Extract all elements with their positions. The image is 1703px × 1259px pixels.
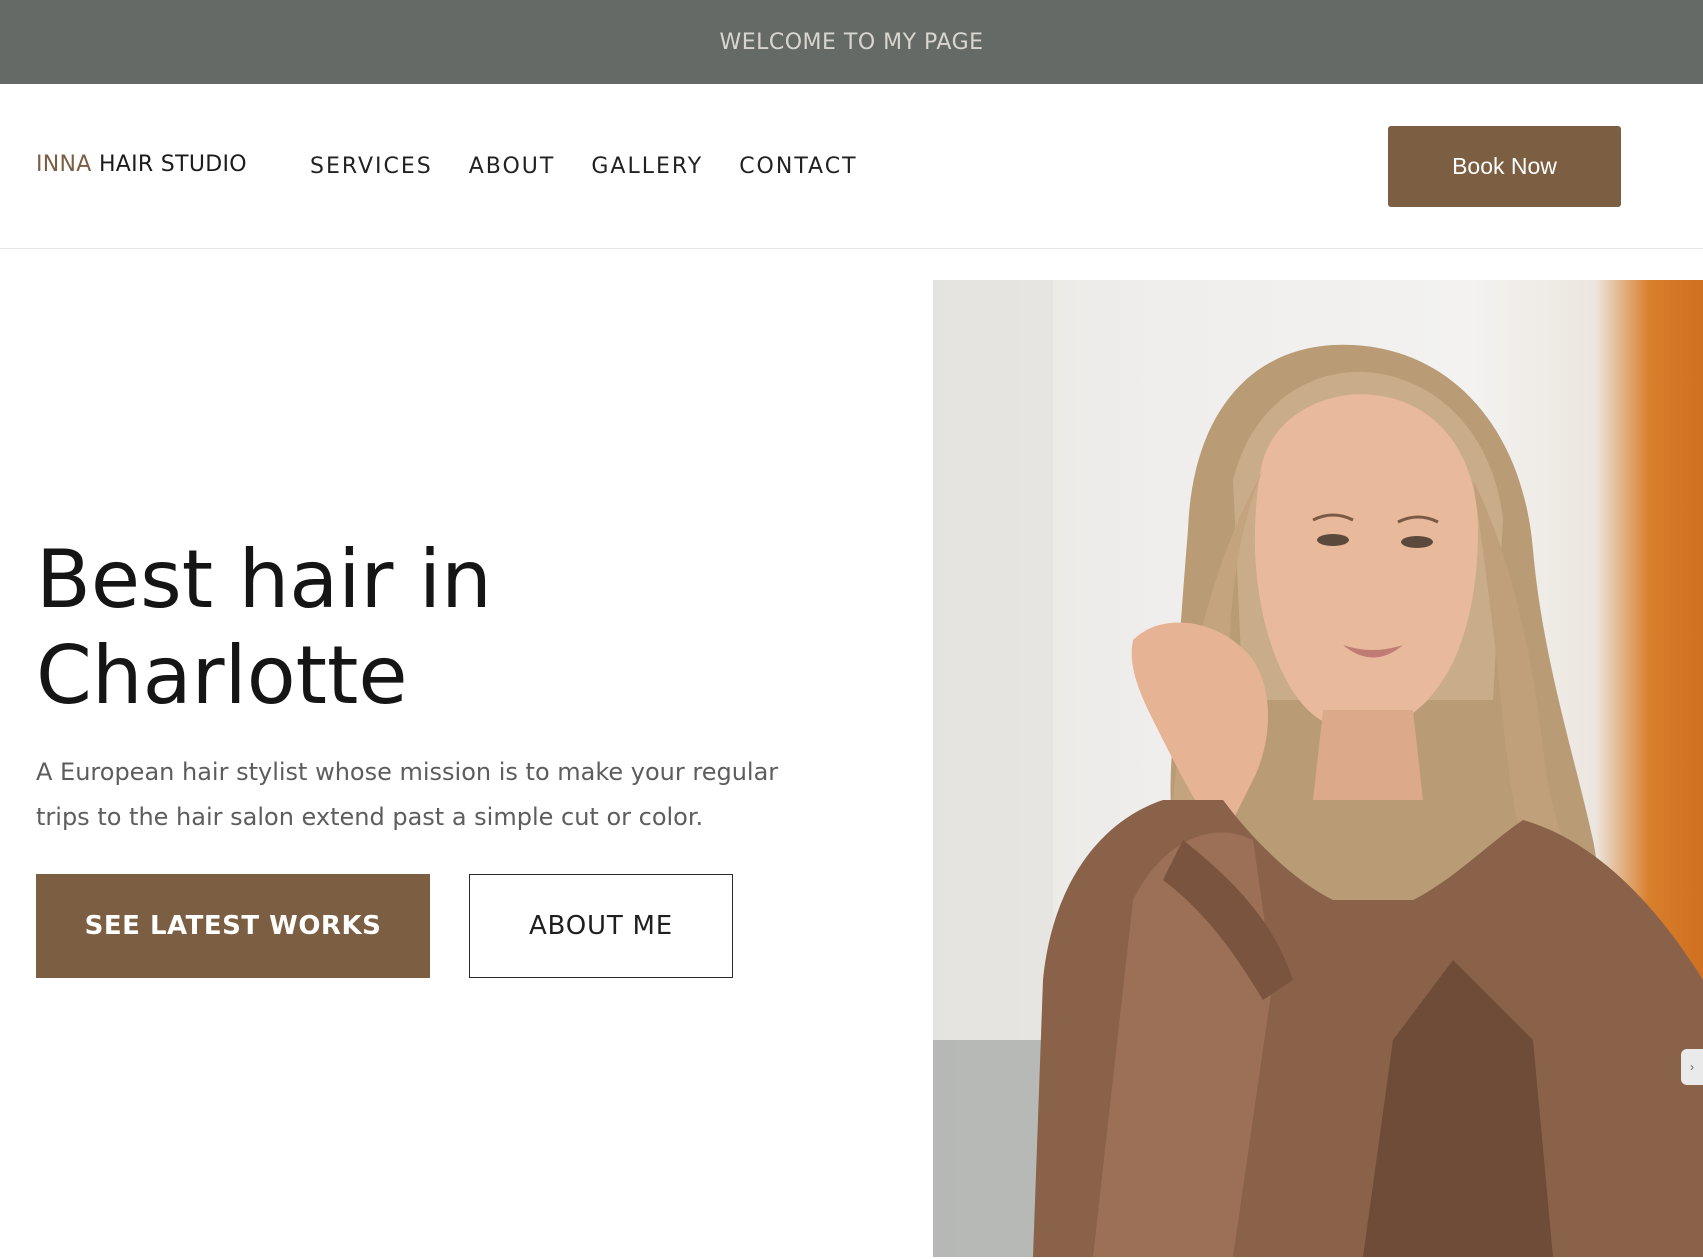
hero-title: Best hair in Charlotte <box>36 532 856 724</box>
hero-title-line-1: Best hair in <box>36 533 492 626</box>
side-widget-handle[interactable]: › <box>1681 1049 1703 1085</box>
hero-title-line-2: Charlotte <box>36 629 408 722</box>
nav-services[interactable]: SERVICES <box>310 154 433 179</box>
nav-about[interactable]: ABOUT <box>469 154 556 179</box>
logo[interactable]: INNA HAIR STUDIO <box>36 152 247 177</box>
nav-contact[interactable]: CONTACT <box>739 154 857 179</box>
see-latest-works-button[interactable]: SEE LATEST WORKS <box>36 874 430 978</box>
portrait-illustration <box>933 280 1703 1257</box>
site-header: INNA HAIR STUDIO SERVICES ABOUT GALLERY … <box>0 84 1703 249</box>
announcement-bar: WELCOME TO MY PAGE <box>0 0 1703 84</box>
logo-accent-text: INNA <box>36 152 92 177</box>
book-now-button[interactable]: Book Now <box>1388 126 1621 207</box>
logo-text: HAIR STUDIO <box>91 152 247 177</box>
about-me-button[interactable]: ABOUT ME <box>469 874 733 978</box>
announcement-text: WELCOME TO MY PAGE <box>719 29 984 55</box>
stylist-portrait-photo <box>933 280 1703 1257</box>
chevron-right-icon: › <box>1690 1060 1694 1074</box>
nav-gallery[interactable]: GALLERY <box>591 154 703 179</box>
hero-subtitle: A European hair stylist whose mission is… <box>36 758 779 831</box>
main-nav: SERVICES ABOUT GALLERY CONTACT <box>310 154 858 179</box>
